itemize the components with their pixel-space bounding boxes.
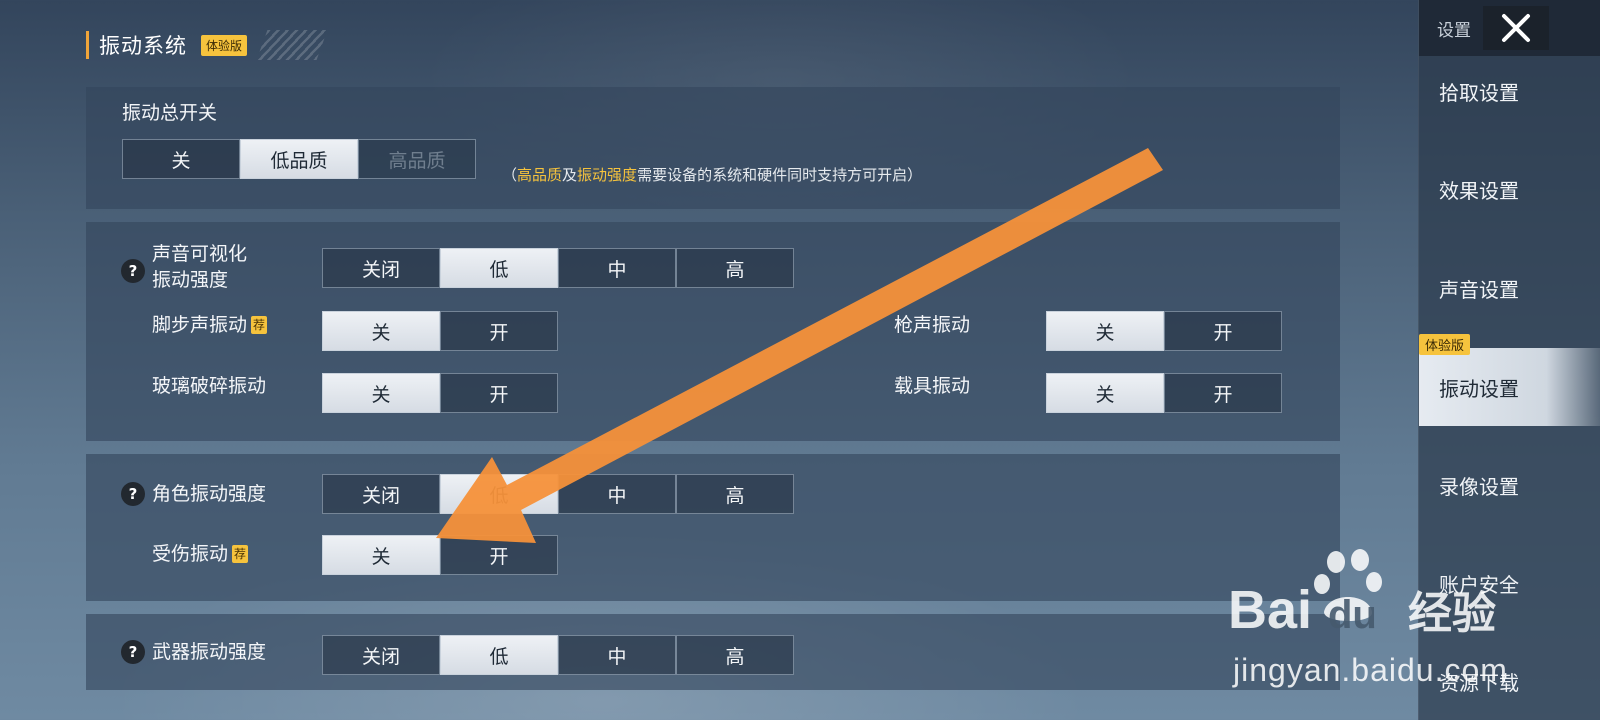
close-icon xyxy=(1502,14,1530,42)
note-conjunction: 及 xyxy=(562,166,578,184)
sidebar-title: 设置 xyxy=(1437,21,1471,41)
master-switch-control: 关 低品质 高品质 xyxy=(122,139,476,179)
sidebar-item-effects[interactable]: 效果设置 xyxy=(1419,150,1600,228)
glass-option-off[interactable]: 关 xyxy=(322,373,440,413)
sidebar-header: 设置 xyxy=(1419,0,1600,56)
footstep-label: 脚步声振动荐 xyxy=(152,312,268,338)
character-label: 角色振动强度 xyxy=(152,483,267,505)
damage-label-text: 受伤振动 xyxy=(152,543,229,565)
help-icon[interactable]: ? xyxy=(121,259,145,283)
note-highlight-quality: 高品质 xyxy=(517,166,563,184)
weapon-option-off[interactable]: 关闭 xyxy=(322,635,440,675)
recommended-badge: 荐 xyxy=(251,316,268,334)
section-header: 振动系统 体验版 xyxy=(86,30,328,60)
glass-label: 玻璃破碎振动 xyxy=(152,375,267,397)
vehicle-option-on[interactable]: 开 xyxy=(1164,373,1282,413)
quality-note: （高品质及振动强度需要设备的系统和硬件同时支持方可开启） xyxy=(502,164,922,185)
sidebar-item-account[interactable]: 账户安全 xyxy=(1419,544,1600,622)
master-option-off[interactable]: 关 xyxy=(122,139,240,179)
sound-visual-option-low[interactable]: 低 xyxy=(440,248,558,288)
weapon-option-mid[interactable]: 中 xyxy=(558,635,676,675)
note-text: 需要设备的系统和硬件同时支持方可开启 xyxy=(637,166,908,184)
master-option-low[interactable]: 低品质 xyxy=(240,139,358,179)
weapon-vibration-panel: ? 武器振动强度 关闭 低 中 高 xyxy=(86,614,1340,690)
note-open: （ xyxy=(502,166,518,184)
master-option-high[interactable]: 高品质 xyxy=(358,139,476,179)
weapon-label: 武器振动强度 xyxy=(152,641,267,663)
gunshot-control: 关 开 xyxy=(1046,311,1282,351)
character-option-off[interactable]: 关闭 xyxy=(322,474,440,514)
glass-option-on[interactable]: 开 xyxy=(440,373,558,413)
sound-visual-control: 关闭 低 中 高 xyxy=(322,248,794,288)
character-option-low[interactable]: 低 xyxy=(440,474,558,514)
sidebar-item-vibration[interactable]: 体验版 振动设置 xyxy=(1419,334,1600,426)
damage-option-off[interactable]: 关 xyxy=(322,535,440,575)
sound-visual-label-line1: 声音可视化 xyxy=(152,243,248,265)
character-vibration-panel: ? 角色振动强度 关闭 低 中 高 受伤振动荐 关 开 xyxy=(86,454,1340,601)
master-switch-panel: 振动总开关 关 低品质 高品质 xyxy=(86,87,1340,209)
vehicle-option-off[interactable]: 关 xyxy=(1046,373,1164,413)
sound-visual-label-line2: 振动强度 xyxy=(152,269,229,291)
weapon-control: 关闭 低 中 高 xyxy=(322,635,794,675)
watermark-url: jingyan.baidu.com xyxy=(1233,652,1508,688)
settings-sidebar: 设置 拾取设置 效果设置 声音设置 体验版 振动设置 录像设置 账户安全 资源下… xyxy=(1418,0,1600,720)
help-icon[interactable]: ? xyxy=(121,482,145,506)
character-option-mid[interactable]: 中 xyxy=(558,474,676,514)
recommended-badge: 荐 xyxy=(232,545,249,563)
gunshot-option-on[interactable]: 开 xyxy=(1164,311,1282,351)
trial-badge: 体验版 xyxy=(201,34,248,56)
section-title: 振动系统 xyxy=(99,34,187,58)
title-decoration xyxy=(256,30,328,60)
character-control: 关闭 低 中 高 xyxy=(322,474,794,514)
help-icon[interactable]: ? xyxy=(121,640,145,664)
footstep-label-text: 脚步声振动 xyxy=(152,314,248,336)
damage-label: 受伤振动荐 xyxy=(152,541,249,567)
sound-visual-option-mid[interactable]: 中 xyxy=(558,248,676,288)
weapon-option-high[interactable]: 高 xyxy=(676,635,794,675)
master-switch-label: 振动总开关 xyxy=(122,102,218,124)
gunshot-option-off[interactable]: 关 xyxy=(1046,311,1164,351)
glass-control: 关 开 xyxy=(322,373,558,413)
sidebar-item-label: 振动设置 xyxy=(1439,376,1519,401)
sound-visual-option-off[interactable]: 关闭 xyxy=(322,248,440,288)
character-option-high[interactable]: 高 xyxy=(676,474,794,514)
note-close: ） xyxy=(907,166,923,184)
footstep-option-on[interactable]: 开 xyxy=(440,311,558,351)
close-button[interactable] xyxy=(1483,6,1549,50)
sidebar-trial-badge: 体验版 xyxy=(1419,334,1471,355)
gunshot-label: 枪声振动 xyxy=(894,314,971,336)
sound-visual-option-high[interactable]: 高 xyxy=(676,248,794,288)
vehicle-control: 关 开 xyxy=(1046,373,1282,413)
vehicle-label: 载具振动 xyxy=(894,375,971,397)
footstep-option-off[interactable]: 关 xyxy=(322,311,440,351)
footstep-control: 关 开 xyxy=(322,311,558,351)
title-accent-bar xyxy=(86,31,89,59)
damage-control: 关 开 xyxy=(322,535,558,575)
damage-option-on[interactable]: 开 xyxy=(440,535,558,575)
sidebar-item-sound[interactable]: 声音设置 xyxy=(1419,249,1600,327)
note-highlight-strength: 振动强度 xyxy=(577,166,638,184)
sound-vibration-panel: ? 声音可视化 振动强度 关闭 低 中 高 脚步声振动荐 关 开 枪声振动 关 … xyxy=(86,222,1340,441)
sidebar-item-pickup[interactable]: 拾取设置 xyxy=(1419,52,1600,130)
sidebar-item-replay[interactable]: 录像设置 xyxy=(1419,446,1600,524)
weapon-option-low[interactable]: 低 xyxy=(440,635,558,675)
